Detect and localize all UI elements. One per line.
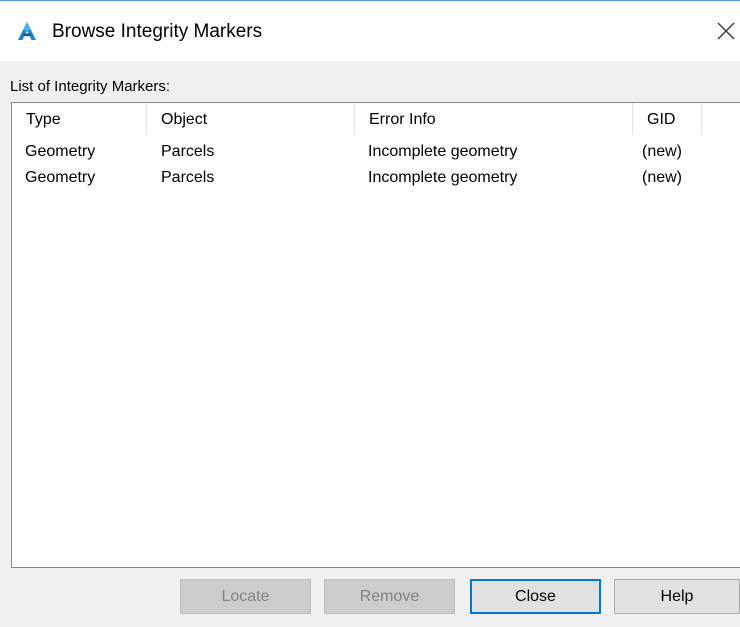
autocad-a-icon bbox=[18, 22, 36, 40]
integrity-markers-list[interactable]: Type Object Error Info GID Geometry Parc… bbox=[11, 102, 740, 568]
column-header-type[interactable]: Type bbox=[12, 103, 147, 135]
close-button[interactable]: Close bbox=[470, 579, 601, 614]
cell-object: Parcels bbox=[161, 143, 215, 160]
close-icon[interactable] bbox=[708, 15, 740, 47]
column-header-gid[interactable]: GID bbox=[633, 103, 702, 135]
list-caption: List of Integrity Markers: bbox=[10, 78, 171, 95]
cell-type: Geometry bbox=[25, 169, 96, 186]
cell-gid: (new) bbox=[642, 143, 683, 160]
browse-integrity-markers-dialog: Browse Integrity Markers List of Integri… bbox=[0, 0, 740, 627]
locate-button[interactable]: Locate bbox=[180, 579, 311, 614]
help-button[interactable]: Help bbox=[614, 579, 740, 614]
cell-error-info: Incomplete geometry bbox=[368, 169, 518, 186]
dialog-title: Browse Integrity Markers bbox=[52, 21, 263, 42]
list-item[interactable]: Geometry Parcels Incomplete geometry (ne… bbox=[12, 139, 740, 165]
cell-error-info: Incomplete geometry bbox=[368, 143, 518, 160]
list-item[interactable]: Geometry Parcels Incomplete geometry (ne… bbox=[12, 165, 740, 191]
list-header: Type Object Error Info GID bbox=[12, 103, 740, 135]
cell-gid: (new) bbox=[642, 169, 683, 186]
column-header-object[interactable]: Object bbox=[147, 103, 355, 135]
remove-button[interactable]: Remove bbox=[324, 579, 455, 614]
cell-type: Geometry bbox=[25, 143, 96, 160]
column-header-error-info[interactable]: Error Info bbox=[355, 103, 633, 135]
title-bar[interactable]: Browse Integrity Markers bbox=[0, 1, 740, 61]
cell-object: Parcels bbox=[161, 169, 215, 186]
